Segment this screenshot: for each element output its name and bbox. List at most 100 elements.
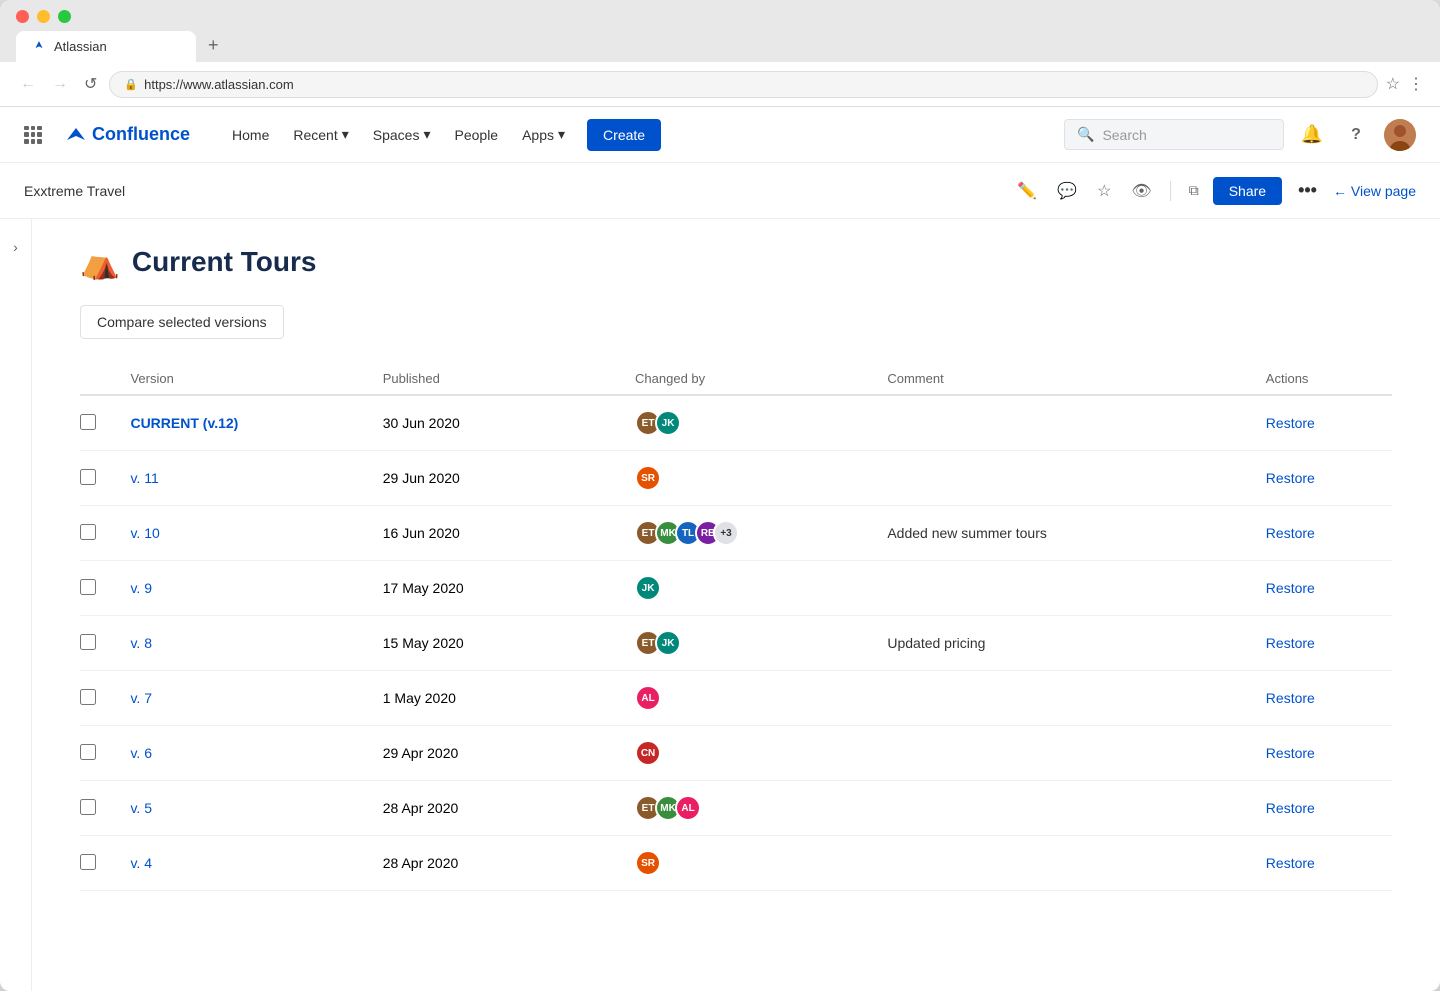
row-checkbox[interactable]	[80, 579, 96, 595]
toolbar-actions: ☆ ⋮	[1386, 74, 1424, 94]
user-avatar-small[interactable]: JK	[655, 630, 681, 656]
version-link[interactable]: v. 4	[130, 855, 152, 871]
copy-button[interactable]: ⧉	[1183, 176, 1205, 205]
restore-link[interactable]: Restore	[1266, 525, 1315, 541]
row-checkbox[interactable]	[80, 744, 96, 760]
grid-icon[interactable]	[24, 126, 42, 144]
minimize-dot[interactable]	[37, 10, 50, 23]
version-link[interactable]: v. 8	[130, 635, 152, 651]
comment-button[interactable]: 💬	[1051, 175, 1083, 207]
col-header-published: Published	[383, 363, 635, 395]
row-checkbox[interactable]	[80, 524, 96, 540]
watch-button[interactable]: 👁	[1125, 175, 1157, 207]
version-link[interactable]: CURRENT (v.12)	[130, 415, 238, 431]
bookmark-icon[interactable]: ☆	[1386, 74, 1400, 94]
version-link[interactable]: v. 5	[130, 800, 152, 816]
nav-apps[interactable]: Apps ▾	[512, 120, 575, 149]
confluence-logo[interactable]: Confluence	[66, 124, 190, 145]
notifications-button[interactable]: 🔔	[1296, 119, 1328, 151]
atlassian-favicon-icon	[32, 40, 46, 54]
restore-link[interactable]: Restore	[1266, 470, 1315, 486]
page-container: › ⛺ Current Tours Compare selected versi…	[0, 219, 1440, 991]
nav-home[interactable]: Home	[222, 121, 279, 149]
table-row: v. 528 Apr 2020ETMKALRestore	[80, 781, 1392, 836]
comment-cell: Added new summer tours	[887, 506, 1265, 561]
restore-link[interactable]: Restore	[1266, 690, 1315, 706]
apps-chevron-icon: ▾	[558, 126, 565, 143]
published-date: 30 Jun 2020	[383, 395, 635, 451]
user-avatar-small[interactable]: JK	[635, 575, 661, 601]
user-avatar-small[interactable]: AL	[675, 795, 701, 821]
version-link[interactable]: v. 6	[130, 745, 152, 761]
new-tab-button[interactable]: +	[200, 31, 227, 60]
avatars-group: ETMKAL	[635, 795, 887, 821]
restore-link[interactable]: Restore	[1266, 745, 1315, 761]
nav-spaces[interactable]: Spaces ▾	[363, 120, 441, 149]
nav-right: 🔍 Search 🔔 ?	[1064, 119, 1416, 151]
avatars-group: JK	[635, 575, 887, 601]
user-avatar-small[interactable]: CN	[635, 740, 661, 766]
table-row: v. 1016 Jun 2020ETMKTLRB+3Added new summ…	[80, 506, 1392, 561]
avatar-image	[1384, 119, 1416, 151]
forward-button[interactable]: →	[48, 71, 72, 97]
table-row: v. 428 Apr 2020SRRestore	[80, 836, 1392, 891]
version-link[interactable]: v. 9	[130, 580, 152, 596]
version-link[interactable]: v. 7	[130, 690, 152, 706]
nav-recent[interactable]: Recent ▾	[283, 120, 358, 149]
toggle-sidebar-button[interactable]: ›	[9, 235, 22, 259]
menu-icon[interactable]: ⋮	[1408, 74, 1424, 94]
comment-icon: 💬	[1057, 181, 1077, 201]
avatars-group: SR	[635, 465, 887, 491]
version-link[interactable]: v. 11	[130, 470, 158, 486]
row-checkbox[interactable]	[80, 854, 96, 870]
browser-tabs: Atlassian +	[16, 31, 1424, 62]
search-bar[interactable]: 🔍 Search	[1064, 119, 1284, 150]
compare-versions-button[interactable]: Compare selected versions	[80, 305, 284, 339]
reload-button[interactable]: ↺	[80, 70, 101, 98]
copy-icon: ⧉	[1189, 182, 1199, 199]
back-button[interactable]: ←	[16, 71, 40, 97]
row-checkbox[interactable]	[80, 634, 96, 650]
restore-link[interactable]: Restore	[1266, 580, 1315, 596]
share-button[interactable]: Share	[1213, 177, 1282, 205]
active-tab[interactable]: Atlassian	[16, 31, 196, 62]
view-page-link[interactable]: ← View page	[1333, 183, 1416, 199]
restore-link[interactable]: Restore	[1266, 635, 1315, 651]
user-avatar-small[interactable]: AL	[635, 685, 661, 711]
user-avatar-small[interactable]: JK	[655, 410, 681, 436]
comment-cell	[887, 836, 1265, 891]
edit-button[interactable]: ✏️	[1011, 175, 1043, 207]
comment-cell: Updated pricing	[887, 616, 1265, 671]
restore-link[interactable]: Restore	[1266, 855, 1315, 871]
version-table: Version Published Changed by Comment Act…	[80, 363, 1392, 891]
restore-link[interactable]: Restore	[1266, 800, 1315, 816]
page-title-text: Current Tours	[132, 246, 317, 278]
row-checkbox[interactable]	[80, 469, 96, 485]
user-avatar-small[interactable]: SR	[635, 465, 661, 491]
restore-link[interactable]: Restore	[1266, 415, 1315, 431]
create-button[interactable]: Create	[587, 119, 661, 151]
star-button[interactable]: ☆	[1091, 175, 1117, 207]
nav-people[interactable]: People	[445, 121, 509, 149]
help-button[interactable]: ?	[1340, 119, 1372, 151]
confluence-logo-text: Confluence	[92, 124, 190, 145]
maximize-dot[interactable]	[58, 10, 71, 23]
avatars-group: ETJK	[635, 410, 887, 436]
user-avatar-small[interactable]: SR	[635, 850, 661, 876]
row-checkbox[interactable]	[80, 414, 96, 430]
bell-icon: 🔔	[1301, 124, 1323, 145]
page-emoji: ⛺	[80, 243, 120, 281]
comment-cell	[887, 726, 1265, 781]
col-header-changed: Changed by	[635, 363, 887, 395]
close-dot[interactable]	[16, 10, 29, 23]
table-row: v. 917 May 2020JKRestore	[80, 561, 1392, 616]
user-avatar[interactable]	[1384, 119, 1416, 151]
row-checkbox[interactable]	[80, 689, 96, 705]
published-date: 29 Jun 2020	[383, 451, 635, 506]
row-checkbox[interactable]	[80, 799, 96, 815]
address-bar[interactable]: 🔒 https://www.atlassian.com	[109, 71, 1377, 98]
version-link[interactable]: v. 10	[130, 525, 159, 541]
edit-icon: ✏️	[1017, 181, 1037, 201]
browser-titlebar: Atlassian +	[0, 0, 1440, 62]
more-button[interactable]: •••	[1290, 176, 1325, 205]
